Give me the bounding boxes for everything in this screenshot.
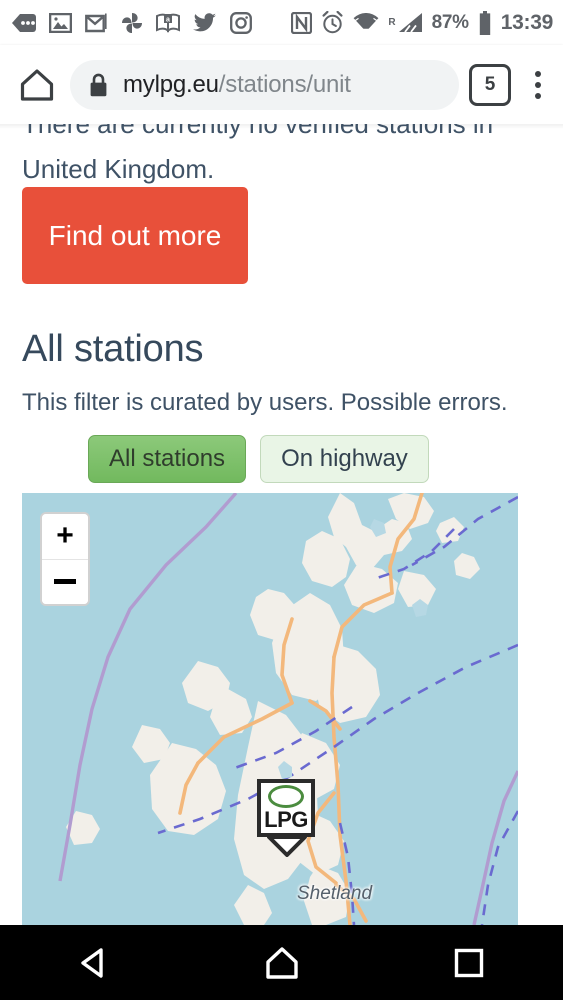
svg-text:a: a: [166, 16, 170, 23]
url-bar[interactable]: mylpg.eu/stations/unit: [70, 59, 459, 110]
marker-pointer-icon: [267, 835, 307, 857]
android-navigation-bar: [0, 925, 563, 1000]
status-bar-notification-icons: a: [0, 11, 252, 34]
alarm-icon: [322, 11, 343, 34]
home-icon: [265, 946, 298, 979]
lpg-marker-label: LPG: [264, 807, 308, 832]
page-section-heading: All stations: [22, 328, 204, 370]
browser-toolbar: mylpg.eu/stations/unit 5: [0, 45, 563, 124]
back-triangle-icon: [81, 947, 103, 978]
no-verified-stations-notice: There are currently no verified stations…: [22, 124, 494, 184]
wifi-icon: [354, 12, 379, 33]
home-button[interactable]: [8, 68, 66, 101]
tab-switcher-button[interactable]: 5: [469, 63, 511, 106]
phone-screen: a R 87% 13:39 mylpg.eu/stations/unit 5 T…: [0, 0, 563, 1000]
lock-icon: [90, 73, 107, 96]
url-text: mylpg.eu/stations/unit: [123, 71, 351, 99]
web-page-content: There are currently no verified stations…: [0, 124, 563, 925]
map-place-label-shetland: Shetland: [297, 883, 373, 904]
browser-menu-button[interactable]: [517, 70, 559, 99]
status-bar-system-icons: R 87% 13:39: [291, 10, 563, 35]
zoom-in-label: +: [56, 519, 74, 553]
url-domain: mylpg.eu: [123, 70, 219, 98]
kebab-dot: [535, 92, 541, 99]
recents-square-icon: [454, 948, 484, 977]
map-zoom-in-button[interactable]: +: [42, 514, 88, 560]
instagram-icon: [230, 11, 252, 34]
book-icon: a: [156, 13, 180, 33]
map-zoom-out-button[interactable]: [42, 559, 88, 604]
lpg-station-marker[interactable]: LPG: [257, 779, 319, 857]
nav-recents-button[interactable]: [375, 948, 563, 978]
clock-label: 13:39: [500, 10, 554, 34]
url-path: /stations/unit: [218, 70, 351, 98]
lpg-marker-box: LPG: [257, 779, 315, 837]
cellular-signal-icon: [398, 12, 422, 33]
battery-icon: [479, 10, 490, 35]
station-filter-group: All stations On highway: [88, 435, 429, 483]
find-out-more-button[interactable]: Find out more: [22, 187, 248, 284]
map-zoom-controls: +: [40, 512, 90, 606]
more-notifications-icon: [12, 13, 36, 32]
lpg-tank-icon: [268, 785, 304, 808]
stations-map[interactable]: + LPG Shetland: [22, 493, 518, 925]
photo-icon: [49, 12, 72, 33]
status-bar: a R 87% 13:39: [0, 0, 563, 45]
page-section-subtitle: This filter is curated by users. Possibl…: [22, 389, 508, 416]
gmail-icon: [85, 13, 107, 33]
zoom-out-icon: [54, 579, 76, 585]
roaming-indicator: R: [388, 16, 396, 28]
nfc-icon: [291, 11, 313, 34]
battery-percent-label: 87%: [431, 11, 469, 33]
nav-home-button[interactable]: [188, 946, 376, 980]
twitter-icon: [193, 12, 216, 31]
kebab-dot: [535, 70, 541, 77]
map-canvas: [22, 493, 518, 925]
nav-back-button[interactable]: [0, 946, 188, 980]
kebab-dot: [535, 81, 541, 88]
filter-on-highway-button[interactable]: On highway: [260, 435, 429, 483]
home-icon: [20, 68, 54, 101]
google-photos-icon: [122, 12, 142, 33]
filter-all-stations-button[interactable]: All stations: [88, 435, 247, 483]
